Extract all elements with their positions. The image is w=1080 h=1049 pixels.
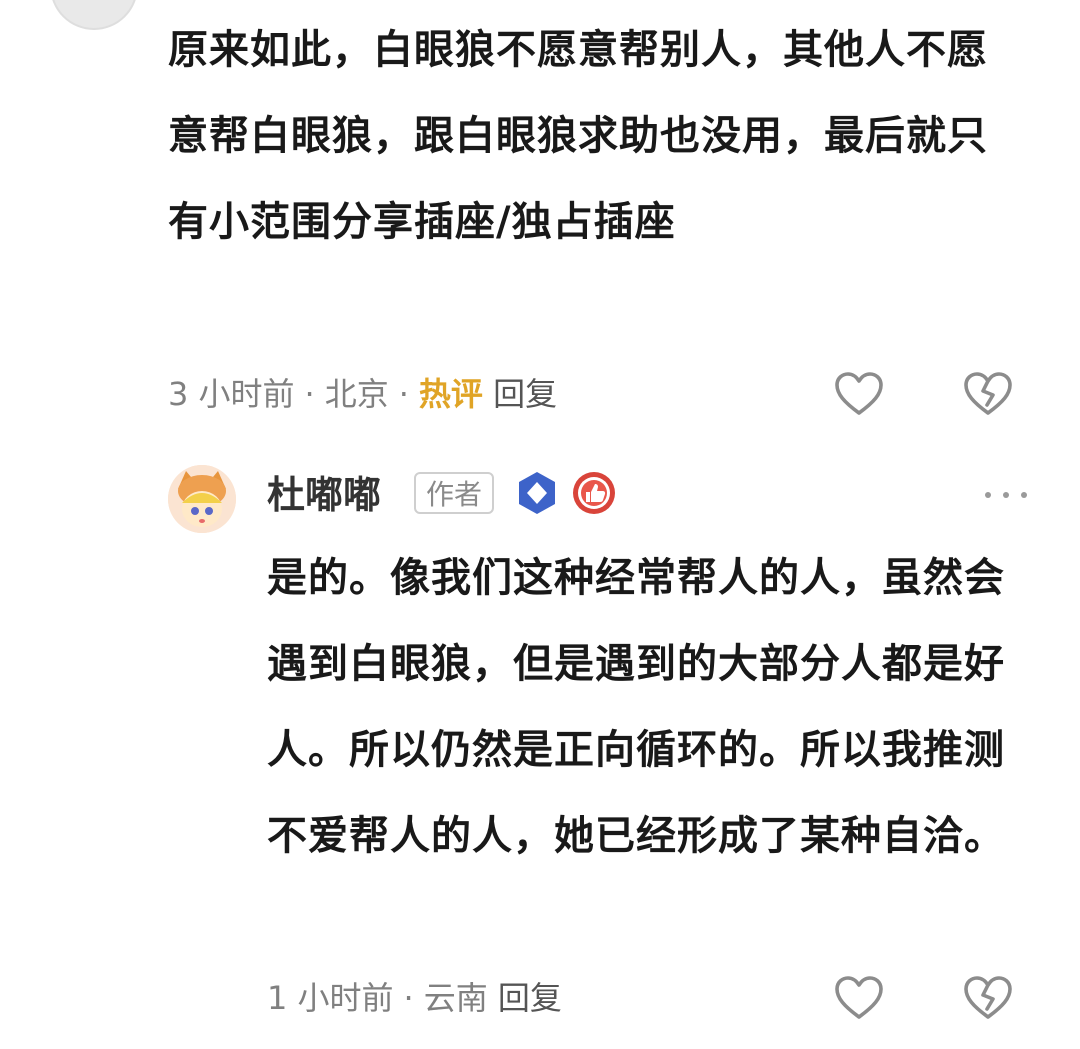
broken-heart-icon[interactable] xyxy=(962,368,1014,420)
comment-text: 原来如此，白眼狼不愿意帮别人，其他人不愿意帮白眼狼，跟白眼狼求助也没用，最后就只… xyxy=(168,27,988,245)
comment-meta: 3 小时前 · 北京 · 热评 回复 xyxy=(168,372,557,416)
author-tag: 作者 xyxy=(414,472,495,514)
thumbs-up-badge-icon xyxy=(571,470,617,516)
reply-button[interactable]: 回复 xyxy=(498,976,562,1020)
comment-time: 1 小时前 xyxy=(267,979,394,1017)
reply-button[interactable]: 回复 xyxy=(493,372,557,416)
author-avatar[interactable] xyxy=(168,465,236,533)
meta-separator: · xyxy=(398,375,409,413)
broken-heart-icon[interactable] xyxy=(962,972,1014,1024)
more-dots-icon[interactable] xyxy=(985,480,1027,510)
heart-outline-icon[interactable] xyxy=(833,972,885,1024)
heart-outline-icon[interactable] xyxy=(833,368,885,420)
comment-time: 3 小时前 xyxy=(168,375,295,413)
author-username[interactable]: 杜嘟嘟 xyxy=(267,470,381,520)
comment-location: 云南 xyxy=(423,979,488,1017)
hot-comment-label: 热评 xyxy=(418,375,483,413)
meta-separator: · xyxy=(403,979,414,1017)
commenter-avatar[interactable] xyxy=(50,0,138,30)
comment-location: 北京 xyxy=(324,375,389,413)
meta-separator: · xyxy=(304,375,315,413)
diamond-badge-icon xyxy=(514,470,560,516)
comment-text: 是的。像我们这种经常帮人的人，虽然会遇到白眼狼，但是遇到的大部分人都是好人。所以… xyxy=(267,555,1005,859)
comment-meta: 1 小时前 · 云南 回复 xyxy=(267,976,562,1020)
